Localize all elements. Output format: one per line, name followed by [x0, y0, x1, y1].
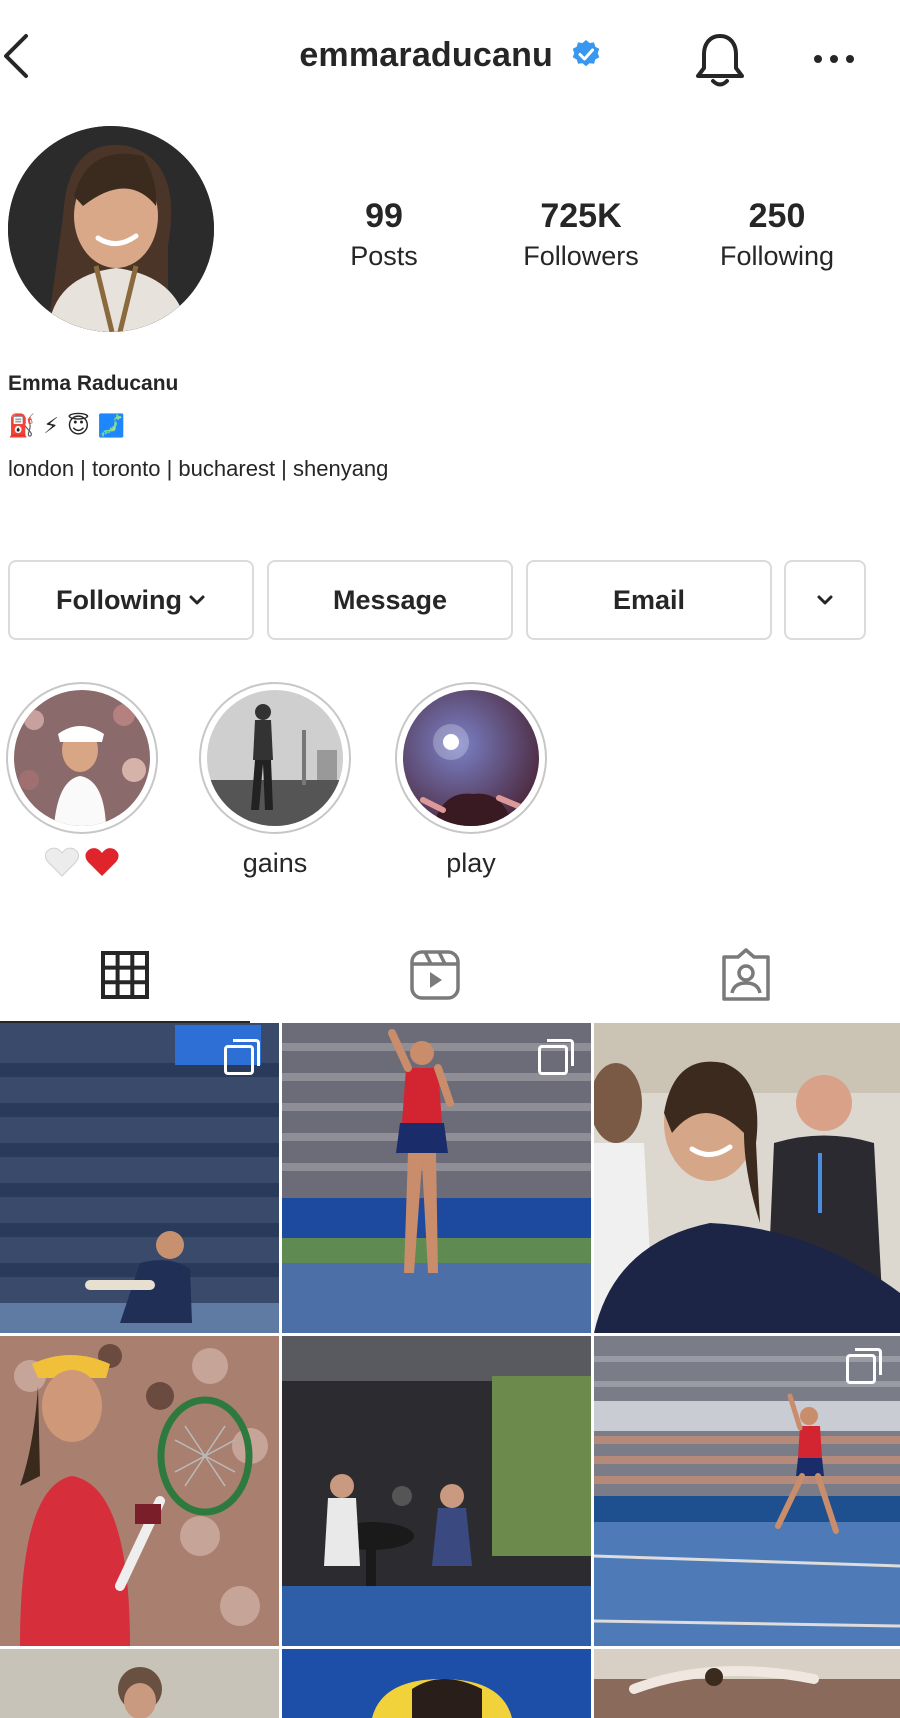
email-button-label: Email [612, 584, 686, 615]
multiple-posts-icon [538, 1039, 574, 1075]
post-image [0, 1649, 279, 1718]
top-bar: emmaraducanu [0, 0, 900, 120]
post-thumbnail[interactable] [594, 1649, 900, 1718]
profile-avatar[interactable] [8, 126, 214, 332]
stat-posts[interactable]: 99 Posts [284, 197, 484, 272]
reels-icon[interactable] [407, 947, 463, 1003]
followers-label: Followers [523, 241, 639, 272]
verified-badge-icon [572, 40, 599, 67]
avatar-image [8, 126, 214, 332]
posts-label: Posts [350, 241, 418, 272]
red-heart-icon [85, 848, 119, 876]
lightning-emoji: ⚡ [43, 413, 59, 438]
stat-followers[interactable]: 725K Followers [481, 197, 681, 272]
profile-tabs [0, 935, 900, 1025]
post-image [594, 1023, 900, 1333]
profile-username-header: emmaraducanu [0, 36, 900, 75]
post-thumbnail[interactable] [0, 1336, 279, 1646]
following-button-label: Following [56, 584, 182, 615]
message-button-label: Message [332, 584, 448, 615]
more-horizontal-icon[interactable] [808, 50, 860, 68]
highlight-cover-image [403, 690, 539, 826]
highlight-cover-image [14, 690, 150, 826]
stat-following[interactable]: 250 Following [677, 197, 877, 272]
profile-bio: Emma Raducanu ⛽ ⚡ 😇 🗾 london | toronto |… [8, 372, 888, 482]
map-emoji: 🗾 [97, 413, 126, 438]
highlight-hearts-label [4, 846, 160, 878]
highlight-play[interactable]: play [393, 682, 549, 879]
highlight-label: gains [242, 848, 308, 878]
grid-icon[interactable] [97, 947, 153, 1003]
chevron-down-icon [189, 595, 205, 605]
following-button[interactable]: Following [8, 560, 254, 640]
post-thumbnail[interactable] [594, 1023, 900, 1333]
post-image [594, 1649, 900, 1718]
profile-actions: Following Message Email [8, 560, 888, 640]
post-thumbnail[interactable] [594, 1336, 900, 1646]
highlight-cover-image [207, 690, 343, 826]
post-thumbnail[interactable] [0, 1649, 279, 1718]
highlight-gains[interactable]: gains [197, 682, 353, 879]
tagged-icon[interactable] [718, 947, 774, 1003]
full-name: Emma Raducanu [8, 372, 179, 395]
post-image [282, 1336, 591, 1646]
following-label: Following [719, 241, 835, 272]
posts-count: 99 [365, 197, 403, 235]
post-thumbnail[interactable] [282, 1023, 591, 1333]
highlight-ring [6, 682, 158, 834]
highlight-ring [199, 682, 351, 834]
post-image [282, 1649, 591, 1718]
fuel-pump-emoji: ⛽ [8, 413, 36, 438]
post-thumbnail[interactable] [282, 1336, 591, 1646]
bell-icon[interactable] [692, 30, 748, 90]
post-image [0, 1336, 279, 1646]
story-highlights: gains play [0, 682, 900, 882]
email-button[interactable]: Email [526, 560, 772, 640]
bio-cities: london | toronto | bucharest | shenyang [8, 456, 389, 481]
profile-stats: 99 Posts 725K Followers 250 Following [300, 197, 890, 288]
multiple-posts-icon [846, 1348, 882, 1384]
multiple-posts-icon [224, 1039, 260, 1075]
followers-count: 725K [540, 197, 622, 235]
chevron-down-icon [817, 595, 833, 605]
username: emmaraducanu [299, 36, 554, 74]
bio-emoji-line: ⛽ ⚡ 😇 🗾 [8, 410, 888, 442]
highlight-label: play [446, 848, 496, 878]
posts-grid [0, 1023, 900, 1718]
message-button[interactable]: Message [267, 560, 513, 640]
suggested-accounts-button[interactable] [784, 560, 866, 640]
post-thumbnail[interactable] [282, 1649, 591, 1718]
white-heart-icon [44, 847, 80, 877]
halo-smile-emoji: 😇 [66, 413, 90, 438]
post-thumbnail[interactable] [0, 1023, 279, 1333]
following-count: 250 [748, 197, 806, 235]
highlight-hearts[interactable] [4, 682, 160, 878]
highlight-ring [395, 682, 547, 834]
